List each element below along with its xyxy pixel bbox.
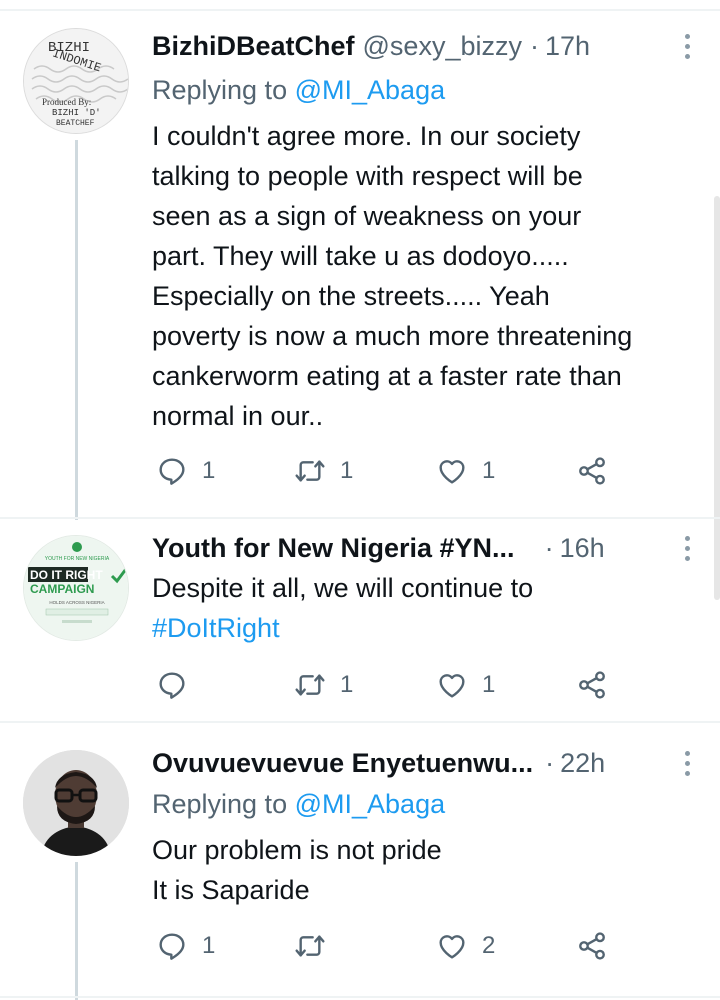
retweet-count: 1 — [340, 457, 354, 484]
hashtag-link[interactable]: #DoItRight — [152, 608, 712, 648]
avatar-text-3: HOLDS ACROSS NIGERIA — [49, 600, 104, 605]
like-count: 1 — [482, 457, 496, 484]
share-button[interactable] — [576, 926, 608, 966]
avatar-text-2: Produced By: — [42, 97, 91, 107]
display-name[interactable]: Youth for New Nigeria #YN... — [152, 528, 515, 568]
username-handle[interactable]: @sexy_bizzy — [363, 26, 522, 66]
retweet-count: 1 — [340, 671, 354, 698]
share-button[interactable] — [576, 451, 608, 491]
tweet-text-line: cankerworm eating at a faster rate than — [152, 361, 622, 391]
avatar[interactable] — [23, 750, 129, 856]
avatar-image — [23, 750, 129, 856]
share-icon — [579, 457, 605, 485]
like-icon — [439, 460, 465, 484]
tweet-header: Ovuvuevuevue Enyetuenwu... · 22h — [152, 743, 680, 783]
like-count: 2 — [482, 932, 496, 959]
replying-to: Replying to @MI_Abaga — [152, 70, 445, 110]
replying-label: Replying to — [152, 789, 288, 819]
action-bar: 1 1 — [152, 665, 622, 705]
tweet-divider — [0, 996, 720, 998]
avatar[interactable]: BIZHI INDOMIE Produced By: BIZHI 'D' BEA… — [23, 28, 129, 134]
retweet-button[interactable]: 1 — [294, 451, 353, 491]
tweet-text: Despite it all, we will continue to #DoI… — [152, 568, 712, 648]
separator-dot: · — [544, 533, 554, 563]
tweet-ovuvuevuevue[interactable]: Ovuvuevuevue Enyetuenwu... · 22h Replyin… — [0, 723, 720, 1000]
timestamp[interactable]: 22h — [560, 743, 605, 783]
retweet-icon — [295, 460, 325, 482]
retweet-icon — [295, 935, 325, 957]
tweet-header: Youth for New Nigeria #YN... · 16h — [152, 528, 680, 568]
action-bar: 1 1 1 — [152, 451, 622, 491]
share-icon — [579, 671, 605, 699]
reply-button[interactable]: 1 — [156, 451, 215, 491]
separator-dot: · — [545, 748, 555, 778]
tweet-text-line: Despite it all, we will continue to — [152, 573, 534, 603]
avatar-image: BIZHI INDOMIE Produced By: BIZHI 'D' BEA… — [24, 29, 128, 133]
action-bar: 1 2 — [152, 926, 622, 966]
mention-link[interactable]: @MI_Abaga — [295, 789, 446, 819]
tweet-text-line: I couldn't agree more. In our society — [152, 121, 581, 151]
retweet-button[interactable]: 1 — [294, 665, 353, 705]
tweet-text-line: talking to people with respect will be — [152, 161, 583, 191]
tweet-text-line: seen as a sign of weakness on your — [152, 201, 582, 231]
display-name[interactable]: Ovuvuevuevue Enyetuenwu... — [152, 743, 533, 783]
more-options-icon[interactable] — [680, 34, 694, 64]
tweet-bizhidbeatchef[interactable]: BIZHI INDOMIE Produced By: BIZHI 'D' BEA… — [0, 0, 720, 520]
share-icon — [579, 932, 605, 960]
share-button[interactable] — [576, 665, 608, 705]
tweet-text-line: Our problem is not pride — [152, 835, 442, 865]
retweet-button[interactable] — [294, 926, 340, 966]
mention-link[interactable]: @MI_Abaga — [295, 75, 446, 105]
thread-line — [75, 862, 78, 1000]
tweet-header: BizhiDBeatChef @sexy_bizzy · 17h — [152, 26, 680, 66]
replying-to: Replying to @MI_Abaga — [152, 784, 445, 824]
avatar-text-3: BIZHI 'D' — [52, 108, 101, 118]
tweet-text: Our problem is not pride It is Saparide — [152, 830, 712, 910]
avatar-text-0: YOUTH FOR NEW NIGERIA — [45, 556, 110, 562]
like-button[interactable]: 2 — [436, 926, 495, 966]
tweet-text-line: It is Saparide — [152, 875, 310, 905]
more-options-icon[interactable] — [680, 751, 694, 781]
avatar-text-1: DO IT RIGHT — [30, 568, 103, 582]
like-button[interactable]: 1 — [436, 451, 495, 491]
tweet-youth-for-new-nigeria[interactable]: YOUTH FOR NEW NIGERIA DO IT RIGHT CAMPAI… — [0, 519, 720, 721]
reply-button[interactable]: 1 — [156, 926, 215, 966]
avatar-text-4: BEATCHEF — [56, 119, 95, 128]
like-icon — [439, 935, 465, 959]
replying-label: Replying to — [152, 75, 288, 105]
tweet-text-line: Especially on the streets..... Yeah — [152, 281, 550, 311]
reply-icon — [159, 458, 185, 485]
avatar-text-2: CAMPAIGN — [30, 582, 94, 596]
timestamp[interactable]: 17h — [545, 26, 590, 66]
thread-line — [75, 140, 78, 520]
reply-count: 1 — [202, 457, 216, 484]
reply-button[interactable] — [156, 665, 202, 705]
avatar[interactable]: YOUTH FOR NEW NIGERIA DO IT RIGHT CAMPAI… — [23, 535, 129, 641]
reply-icon — [159, 933, 185, 960]
tweet-text: I couldn't agree more. In our society ta… — [152, 116, 712, 436]
more-options-icon[interactable] — [680, 536, 694, 566]
timestamp[interactable]: 16h — [560, 528, 605, 568]
separator-dot: · — [529, 31, 539, 61]
tweet-text-line: normal in our.. — [152, 401, 324, 431]
display-name[interactable]: BizhiDBeatChef — [152, 26, 355, 66]
tweet-text-line: poverty is now a much more threatening — [152, 321, 633, 351]
reply-count: 1 — [202, 932, 216, 959]
tweet-text-line: part. They will take u as dodoyo..... — [152, 241, 569, 271]
like-icon — [439, 674, 465, 698]
like-button[interactable]: 1 — [436, 665, 495, 705]
retweet-icon — [295, 674, 325, 696]
reply-icon — [159, 672, 185, 699]
like-count: 1 — [482, 671, 496, 698]
avatar-image: YOUTH FOR NEW NIGERIA DO IT RIGHT CAMPAI… — [24, 536, 128, 640]
